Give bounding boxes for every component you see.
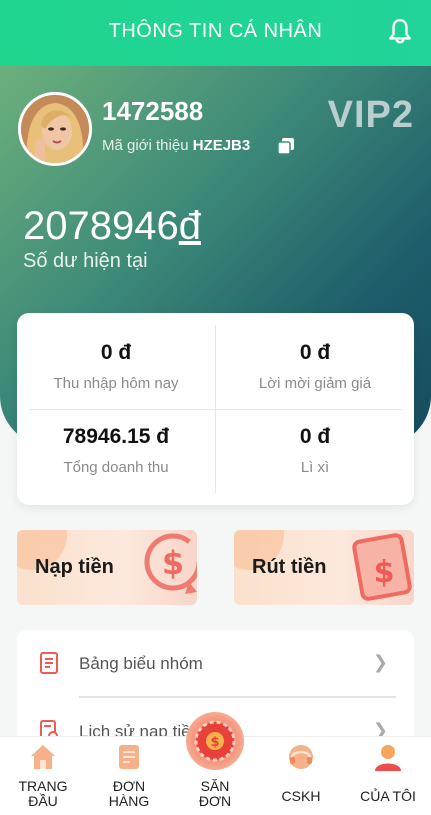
- tab-orders[interactable]: ĐƠN HÀNG: [86, 737, 172, 815]
- stat-value: 0 đ: [299, 341, 331, 364]
- stat-today-income: 0 đ Thu nhập hôm nay: [17, 341, 215, 392]
- withdraw-button[interactable]: $ Rút tiền: [234, 530, 414, 605]
- user-id: 1472588: [102, 96, 204, 126]
- stat-total-revenue: 78946.15 đ Tổng doanh thu: [17, 425, 215, 476]
- stat-value: 0 đ: [299, 425, 331, 448]
- stat-label: Lời mời giảm giá: [258, 375, 372, 392]
- tab-support[interactable]: CSKH: [258, 737, 344, 815]
- stats-card: 0 đ Thu nhập hôm nay 0 đ Lời mời giảm gi…: [17, 313, 414, 505]
- header-bar: THÔNG TIN CÁ NHÂN: [0, 0, 431, 66]
- avatar-image: [21, 95, 89, 163]
- stat-value: 78946.15 đ: [62, 425, 170, 448]
- chevron-right-icon: ❯: [372, 652, 388, 672]
- coin-icon: $: [194, 720, 236, 762]
- tab-label: TRANG ĐẦU: [18, 778, 68, 809]
- report-icon: [40, 652, 58, 674]
- tab-profile[interactable]: CỦA TÔI: [345, 737, 431, 815]
- svg-text:$: $: [374, 555, 395, 590]
- home-icon: [31, 745, 55, 769]
- menu-item-group-report[interactable]: Bảng biểu nhóm ❯: [17, 630, 414, 698]
- tab-label: SĂN ĐƠN: [198, 778, 232, 809]
- svg-text:$: $: [162, 544, 184, 582]
- referral-label: Mã giới thiệu: [102, 137, 189, 154]
- stat-label: Lì xì: [300, 459, 330, 476]
- tab-label: ĐƠN HÀNG: [108, 778, 150, 809]
- avatar[interactable]: [18, 92, 92, 166]
- stat-lucky-money: 0 đ Lì xì: [216, 425, 414, 476]
- headset-icon: [289, 745, 313, 769]
- balance-value: 2078946: [23, 204, 179, 248]
- stat-label: Thu nhập hôm nay: [53, 375, 179, 392]
- divider: [29, 409, 402, 410]
- balance-label: Số dư hiện tại: [23, 250, 148, 272]
- vip-badge: VIP2: [327, 94, 414, 136]
- page-title: THÔNG TIN CÁ NHÂN: [108, 20, 323, 42]
- svg-text:$: $: [210, 735, 219, 750]
- hunt-orders-fab[interactable]: $: [186, 712, 244, 770]
- withdraw-label: Rút tiền: [252, 556, 327, 578]
- referral-value: HZEJB3: [192, 137, 251, 154]
- deposit-button[interactable]: $ Nạp tiền: [17, 530, 197, 605]
- dollar-coin-icon: $: [144, 533, 197, 594]
- stat-invite-discount: 0 đ Lời mời giảm giá: [216, 341, 414, 392]
- copy-icon[interactable]: [276, 136, 296, 156]
- tab-label: CSKH: [281, 788, 321, 804]
- menu-item-label: Bảng biểu nhóm: [79, 654, 203, 673]
- deposit-label: Nạp tiền: [35, 556, 114, 578]
- balance-currency: đ: [178, 204, 201, 248]
- stat-value: 0 đ: [100, 341, 132, 364]
- tab-label: CỦA TÔI: [360, 788, 416, 804]
- user-icon: [375, 745, 401, 771]
- bell-icon[interactable]: [387, 18, 413, 46]
- stat-label: Tổng doanh thu: [63, 459, 169, 476]
- balance-amount: 2078946đ: [23, 204, 201, 249]
- order-icon: [119, 745, 139, 769]
- dollar-note-icon: $: [352, 533, 412, 601]
- referral-code: Mã giới thiệu HZEJB3: [102, 137, 250, 154]
- tab-home[interactable]: TRANG ĐẦU: [0, 737, 86, 815]
